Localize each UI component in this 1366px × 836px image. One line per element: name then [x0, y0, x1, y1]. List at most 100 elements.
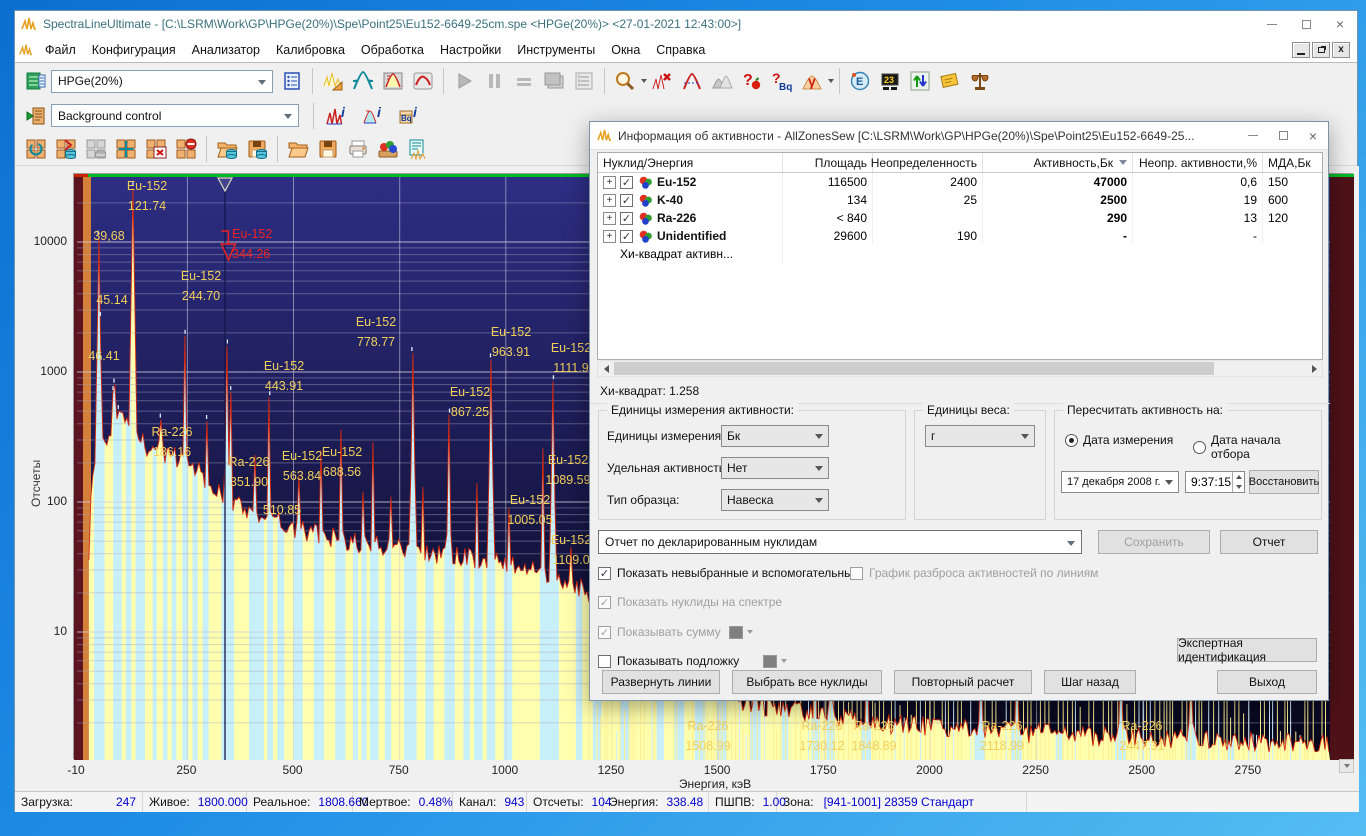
- weight-units-combo[interactable]: г: [925, 425, 1035, 447]
- menu-calibration[interactable]: Калибровка: [268, 39, 353, 61]
- pause-acquisition-icon[interactable]: [479, 67, 509, 95]
- spectrum-info-icon[interactable]: i: [319, 102, 355, 130]
- gamma-caret-icon[interactable]: [828, 79, 834, 83]
- table-row[interactable]: +✓Unidentified 29600 190 - -: [598, 227, 1322, 245]
- scroll-down-button[interactable]: [1339, 759, 1354, 773]
- save-to-db-icon[interactable]: [242, 135, 272, 163]
- mdi-restore-button[interactable]: [1312, 42, 1330, 58]
- menu-file[interactable]: Файл: [37, 39, 84, 61]
- zone-export-db-icon[interactable]: [51, 135, 81, 163]
- detector-list-icon[interactable]: [277, 67, 307, 95]
- compare-spectra-icon[interactable]: [707, 67, 737, 95]
- time-spinner[interactable]: [1232, 472, 1244, 492]
- peak-search-icon[interactable]: [348, 67, 378, 95]
- report-icon[interactable]: [403, 135, 433, 163]
- zoom-icon[interactable]: [610, 67, 640, 95]
- start-acquisition-icon[interactable]: [449, 67, 479, 95]
- detector-config-icon[interactable]: [21, 67, 51, 95]
- open-file-icon[interactable]: [283, 135, 313, 163]
- efficiency-icon[interactable]: E: [845, 67, 875, 95]
- sort-icon[interactable]: [905, 67, 935, 95]
- scrollbar-thumb[interactable]: [614, 362, 1214, 375]
- activity-calc-icon[interactable]: ?Bq: [767, 67, 797, 95]
- nuclide-checkbox[interactable]: ✓: [620, 176, 633, 189]
- exit-button[interactable]: Выход: [1217, 670, 1317, 694]
- close-button[interactable]: ×: [1323, 11, 1357, 37]
- show-sum-checkbox[interactable]: ✓Показывать сумму: [598, 625, 753, 639]
- expand-icon[interactable]: +: [603, 230, 616, 243]
- smoothing-icon[interactable]: [408, 67, 438, 95]
- expert-identification-button[interactable]: Экспертная идентификация: [1177, 638, 1317, 662]
- report-button[interactable]: Отчет: [1220, 530, 1318, 554]
- col-uncertainty[interactable]: Неопределенность: [873, 153, 983, 172]
- show-unselected-checkbox[interactable]: ✓Показать невыбранные и вспомогательные: [598, 566, 859, 580]
- menu-processing[interactable]: Обработка: [353, 39, 432, 61]
- zone-move-icon[interactable]: [111, 135, 141, 163]
- radio-sampling-date[interactable]: Дата начала отбора: [1193, 433, 1321, 461]
- table-row[interactable]: +✓K-40 134 25 2500 19 600: [598, 191, 1322, 209]
- colors-icon[interactable]: [373, 135, 403, 163]
- dialog-maximize-button[interactable]: [1268, 123, 1298, 149]
- col-mda[interactable]: МДА,Бк: [1263, 153, 1320, 172]
- zone-delete-icon[interactable]: [141, 135, 171, 163]
- col-nuclide[interactable]: Нуклид/Энергия: [598, 153, 783, 172]
- report-type-combo[interactable]: Отчет по декларированным нуклидам: [598, 530, 1082, 554]
- col-area[interactable]: Площадь: [783, 153, 873, 172]
- background-color-swatch[interactable]: [763, 655, 777, 668]
- radio-measure-date[interactable]: Дата измерения: [1065, 433, 1173, 447]
- step-back-button[interactable]: Шаг назад: [1044, 670, 1136, 694]
- gamma-lines-icon[interactable]: γ: [797, 67, 827, 95]
- menu-help[interactable]: Справка: [648, 39, 713, 61]
- menu-settings[interactable]: Настройки: [432, 39, 509, 61]
- stop-acquisition-icon[interactable]: [509, 67, 539, 95]
- date-picker[interactable]: 17 декабря 2008 г.: [1061, 471, 1179, 493]
- scroll-left-icon[interactable]: [598, 361, 614, 376]
- mdi-minimize-button[interactable]: [1292, 42, 1310, 58]
- scroll-right-icon[interactable]: [1306, 361, 1322, 376]
- mdi-close-button[interactable]: x: [1332, 42, 1350, 58]
- select-all-nuclides-button[interactable]: Выбрать все нуклиды: [732, 670, 882, 694]
- activity-units-combo[interactable]: Бк: [721, 425, 829, 447]
- expand-icon[interactable]: +: [603, 194, 616, 207]
- menu-tools[interactable]: Инструменты: [509, 39, 603, 61]
- menu-analyzer[interactable]: Анализатор: [184, 39, 268, 61]
- scatter-graph-checkbox[interactable]: График разброса активностей по линиям: [850, 566, 1098, 580]
- weight-icon[interactable]: [965, 67, 995, 95]
- task-combo[interactable]: Background control: [51, 104, 299, 127]
- identify-nuclides-icon[interactable]: ?: [737, 67, 767, 95]
- sum-color-swatch[interactable]: [729, 626, 743, 639]
- sample-type-combo[interactable]: Навеска: [721, 489, 829, 511]
- nuclide-checkbox[interactable]: ✓: [620, 194, 633, 207]
- specific-activity-combo[interactable]: Нет: [721, 457, 829, 479]
- save-report-button[interactable]: Сохранить: [1098, 530, 1210, 554]
- expand-icon[interactable]: +: [603, 212, 616, 225]
- recalculate-button[interactable]: Повторный расчет: [894, 670, 1032, 694]
- peak-info-icon[interactable]: i: [355, 102, 391, 130]
- background-color-caret-icon[interactable]: [781, 659, 787, 663]
- energy-calibration-icon[interactable]: [318, 67, 348, 95]
- menu-configuration[interactable]: Конфигурация: [84, 39, 184, 61]
- print-icon[interactable]: [343, 135, 373, 163]
- restore-button[interactable]: Восстановить: [1249, 470, 1319, 494]
- table-row[interactable]: +✓Eu-152 116500 2400 47000 0,6 150: [598, 173, 1322, 191]
- dialog-close-button[interactable]: ×: [1298, 123, 1328, 149]
- peak-analysis-icon[interactable]: [677, 67, 707, 95]
- minimize-button[interactable]: [1255, 11, 1289, 37]
- menu-windows[interactable]: Окна: [603, 39, 648, 61]
- sum-color-caret-icon[interactable]: [747, 630, 753, 634]
- time-field[interactable]: 9:37:15: [1185, 471, 1245, 493]
- detector-combo[interactable]: HPGe(20%): [51, 70, 273, 93]
- show-background-checkbox[interactable]: Показывать подложку: [598, 654, 787, 668]
- run-task-icon[interactable]: [21, 102, 51, 130]
- show-nuclides-checkbox[interactable]: ✓Показать нуклиды на спектре: [598, 595, 782, 609]
- expand-icon[interactable]: +: [603, 176, 616, 189]
- col-activity[interactable]: Активность,Бк: [983, 153, 1133, 172]
- delete-spectrum-icon[interactable]: [647, 67, 677, 95]
- nuclide-checkbox[interactable]: ✓: [620, 212, 633, 225]
- table-hscrollbar[interactable]: [597, 360, 1323, 377]
- datetime-icon[interactable]: 23: [875, 67, 905, 95]
- expand-lines-button[interactable]: Развернуть линии: [602, 670, 720, 694]
- peak-fit-icon[interactable]: [378, 67, 408, 95]
- open-from-db-icon[interactable]: [212, 135, 242, 163]
- passport-icon[interactable]: [935, 67, 965, 95]
